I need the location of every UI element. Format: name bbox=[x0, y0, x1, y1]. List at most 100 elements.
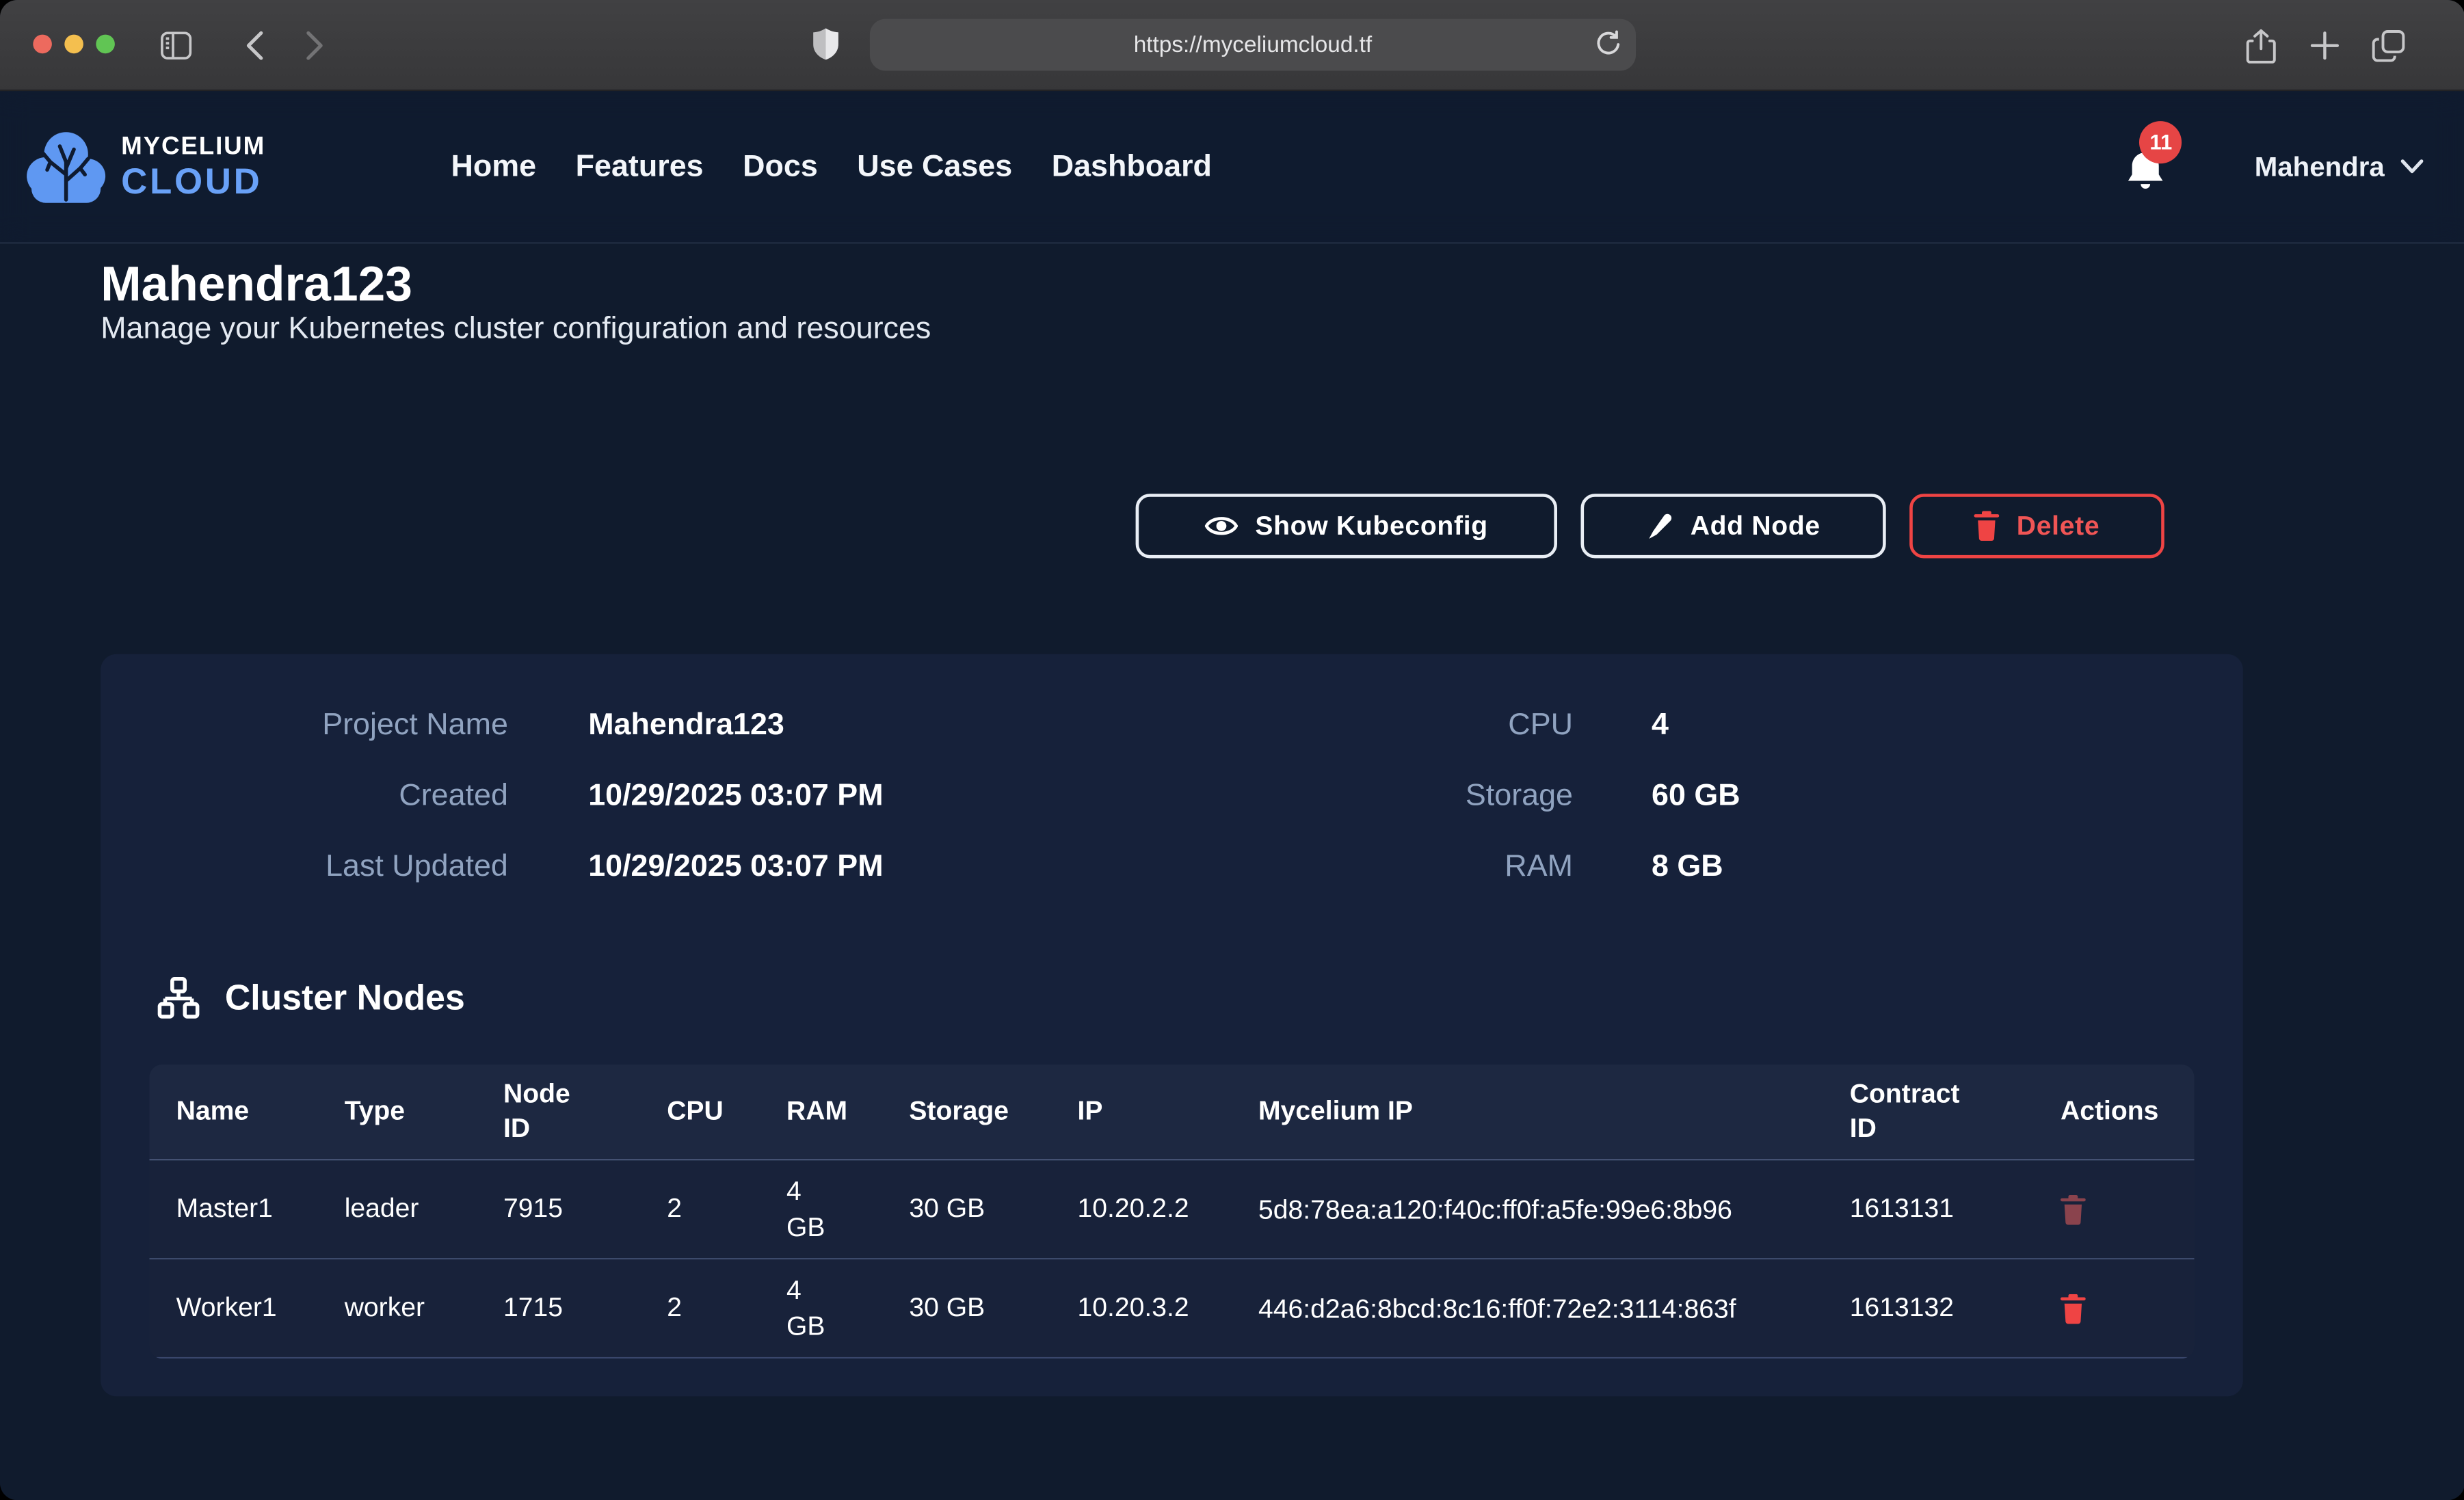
detail-value-created: 10/29/2025 03:07 PM bbox=[508, 777, 1004, 814]
detail-label-last-updated: Last Updated bbox=[101, 848, 508, 885]
col-storage: Storage bbox=[909, 1095, 1077, 1129]
address-bar[interactable]: https://myceliumcloud.tf bbox=[870, 19, 1636, 71]
node-name: Master1 bbox=[176, 1194, 345, 1225]
table-row-worker1: Worker1 worker 1715 2 4 GB 30 GB 10.20.3… bbox=[150, 1259, 2195, 1358]
main-navigation: Home Features Docs Use Cases Dashboard bbox=[451, 148, 1211, 185]
col-node-id: Node ID bbox=[503, 1077, 667, 1147]
table-header-row: Name Type Node ID CPU RAM Storage IP Myc… bbox=[150, 1064, 2195, 1160]
detail-value-project-name: Mahendra123 bbox=[508, 706, 1004, 744]
window-controls bbox=[33, 35, 115, 54]
show-kubeconfig-label: Show Kubeconfig bbox=[1255, 510, 1488, 541]
privacy-shield-icon[interactable] bbox=[807, 25, 845, 63]
trash-icon bbox=[2061, 1194, 2086, 1224]
minimize-window-button[interactable] bbox=[64, 35, 83, 54]
cluster-details-grid: Project Name Mahendra123 CPU 4 Created 1… bbox=[101, 706, 1740, 885]
node-ip: 10.20.3.2 bbox=[1078, 1293, 1259, 1324]
brand-logo[interactable]: MYCELIUM CLOUD bbox=[25, 127, 265, 206]
col-actions: Actions bbox=[2061, 1095, 2195, 1129]
forward-button[interactable] bbox=[295, 27, 333, 64]
detail-value-ram: 8 GB bbox=[1573, 848, 1740, 885]
back-button[interactable] bbox=[236, 27, 274, 64]
nav-item-use-cases[interactable]: Use Cases bbox=[857, 148, 1012, 185]
delete-cluster-label: Delete bbox=[2017, 510, 2100, 541]
zoom-window-button[interactable] bbox=[96, 35, 115, 54]
close-window-button[interactable] bbox=[33, 35, 52, 54]
trash-icon bbox=[1974, 511, 2000, 541]
nav-item-home[interactable]: Home bbox=[451, 148, 536, 185]
node-cpu: 2 bbox=[667, 1194, 786, 1225]
node-contract-id: 1613132 bbox=[1850, 1293, 2061, 1324]
detail-label-created: Created bbox=[101, 777, 508, 814]
node-mycelium-ip: 446:d2a6:8bcd:8c16:ff0f:72e2:3114:863f bbox=[1258, 1290, 1850, 1326]
navbar-right: 11 Mahendra bbox=[2125, 133, 2424, 200]
add-node-label: Add Node bbox=[1691, 510, 1820, 541]
cluster-nodes-icon bbox=[157, 976, 200, 1019]
col-ip: IP bbox=[1078, 1095, 1259, 1129]
page-subtitle: Manage your Kubernetes cluster configura… bbox=[101, 311, 931, 347]
share-icon[interactable] bbox=[2242, 27, 2279, 64]
notification-badge: 11 bbox=[2140, 120, 2182, 163]
cluster-nodes-table: Name Type Node ID CPU RAM Storage IP Myc… bbox=[150, 1064, 2195, 1358]
node-cpu: 2 bbox=[667, 1293, 786, 1324]
nav-item-features[interactable]: Features bbox=[576, 148, 704, 185]
detail-label-cpu: CPU bbox=[1003, 706, 1573, 744]
detail-value-last-updated: 10/29/2025 03:07 PM bbox=[508, 848, 1004, 885]
col-mycelium-ip: Mycelium IP bbox=[1258, 1095, 1850, 1129]
notifications-button[interactable]: 11 bbox=[2125, 148, 2167, 200]
eye-icon bbox=[1205, 514, 1238, 538]
reload-icon[interactable] bbox=[1595, 30, 1621, 63]
node-ram: 4 GB bbox=[786, 1173, 909, 1246]
col-name: Name bbox=[176, 1095, 345, 1129]
col-type: Type bbox=[345, 1095, 503, 1129]
node-storage: 30 GB bbox=[909, 1194, 1077, 1225]
node-ram: 4 GB bbox=[786, 1272, 909, 1345]
detail-value-cpu: 4 bbox=[1573, 706, 1740, 744]
browser-toolbar: https://myceliumcloud.tf bbox=[0, 0, 2464, 91]
detail-label-storage: Storage bbox=[1003, 777, 1573, 814]
detail-label-ram: RAM bbox=[1003, 848, 1573, 885]
cluster-details-panel: Project Name Mahendra123 CPU 4 Created 1… bbox=[101, 654, 2243, 1397]
cluster-actions: Show Kubeconfig Add Node Delete bbox=[1136, 494, 2164, 558]
logo-line1: MYCELIUM bbox=[121, 135, 265, 160]
page-viewport: Mahendra123 Manage your Kubernetes clust… bbox=[0, 91, 2464, 1500]
pencil-icon bbox=[1646, 512, 1673, 540]
brand-logo-text: MYCELIUM CLOUD bbox=[121, 135, 265, 199]
cluster-nodes-header: Cluster Nodes bbox=[157, 976, 465, 1019]
add-node-button[interactable]: Add Node bbox=[1581, 494, 1886, 558]
chevron-down-icon bbox=[2400, 159, 2424, 174]
logo-line2: CLOUD bbox=[121, 163, 265, 199]
tab-overview-icon[interactable] bbox=[2369, 27, 2407, 64]
top-navbar: MYCELIUM CLOUD Home Features Docs Use Ca… bbox=[0, 91, 2464, 243]
address-bar-url: https://myceliumcloud.tf bbox=[1134, 32, 1372, 57]
user-name: Mahendra bbox=[2255, 150, 2385, 183]
nav-item-docs[interactable]: Docs bbox=[743, 148, 818, 185]
delete-node-button[interactable] bbox=[2061, 1294, 2086, 1324]
detail-value-storage: 60 GB bbox=[1573, 777, 1740, 814]
mycelium-cloud-logo-icon bbox=[25, 127, 107, 206]
show-kubeconfig-button[interactable]: Show Kubeconfig bbox=[1136, 494, 1557, 558]
node-name: Worker1 bbox=[176, 1293, 345, 1324]
node-mycelium-ip: 5d8:78ea:a120:f40c:ff0f:a5fe:99e6:8b96 bbox=[1258, 1191, 1850, 1227]
table-row-master1: Master1 leader 7915 2 4 GB 30 GB 10.20.2… bbox=[150, 1160, 2195, 1259]
delete-node-button[interactable] bbox=[2061, 1194, 2086, 1224]
node-id: 1715 bbox=[503, 1293, 667, 1324]
col-cpu: CPU bbox=[667, 1095, 786, 1129]
browser-window: https://myceliumcloud.tf bbox=[0, 0, 2464, 1500]
node-storage: 30 GB bbox=[909, 1293, 1077, 1324]
delete-cluster-button[interactable]: Delete bbox=[1909, 494, 2164, 558]
cluster-nodes-title: Cluster Nodes bbox=[225, 977, 465, 1018]
node-id: 7915 bbox=[503, 1194, 667, 1225]
col-contract-id: Contract ID bbox=[1850, 1077, 2061, 1147]
trash-icon bbox=[2061, 1294, 2086, 1324]
node-type: leader bbox=[345, 1194, 503, 1225]
node-type: worker bbox=[345, 1293, 503, 1324]
col-ram: RAM bbox=[786, 1095, 909, 1129]
detail-label-project-name: Project Name bbox=[101, 706, 508, 744]
page-title: Mahendra123 bbox=[101, 256, 412, 312]
node-ip: 10.20.2.2 bbox=[1078, 1194, 1259, 1225]
sidebar-toggle-icon[interactable] bbox=[157, 27, 195, 64]
user-menu[interactable]: Mahendra bbox=[2255, 150, 2424, 183]
nav-item-dashboard[interactable]: Dashboard bbox=[1052, 148, 1212, 185]
node-contract-id: 1613131 bbox=[1850, 1194, 2061, 1225]
new-tab-icon[interactable] bbox=[2306, 27, 2344, 64]
